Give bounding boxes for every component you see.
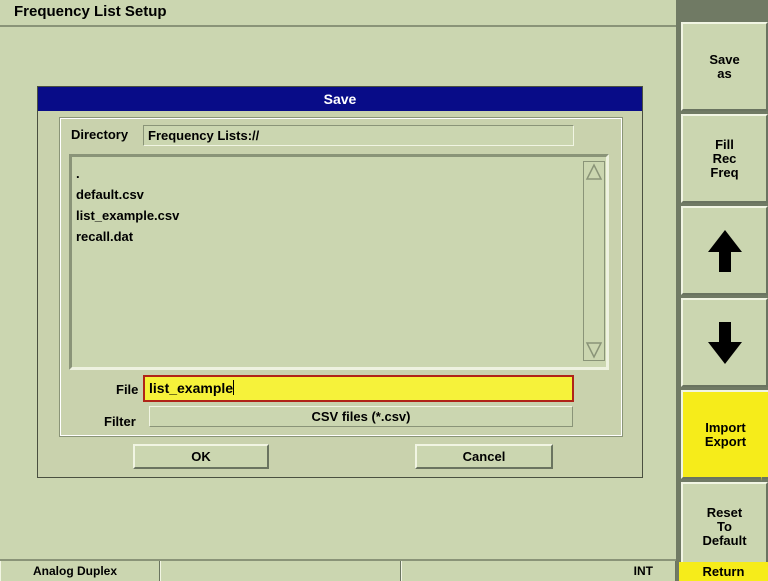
ok-button[interactable]: OK	[133, 444, 269, 469]
directory-field: Frequency Lists://	[143, 125, 574, 146]
file-name-input[interactable]: list_example	[143, 375, 574, 402]
reset-to-default-softkey[interactable]: Reset To Default	[681, 482, 768, 571]
file-list-scrollbar[interactable]	[583, 161, 605, 361]
scroll-up-softkey[interactable]	[681, 206, 768, 295]
dialog-title: Save	[38, 87, 642, 111]
filter-select[interactable]: CSV files (*.csv)	[149, 406, 573, 427]
list-item[interactable]: list_example.csv	[76, 205, 606, 226]
arrow-down-icon	[707, 308, 742, 378]
fill-rec-freq-softkey[interactable]: Fill Rec Freq	[681, 114, 768, 203]
scroll-down-icon[interactable]	[585, 341, 603, 359]
window-title: Frequency List Setup	[0, 0, 676, 27]
directory-label: Directory	[71, 127, 129, 142]
status-reference: INT	[401, 561, 676, 581]
status-field	[160, 561, 401, 581]
file-list[interactable]: . default.csv list_example.csv recall.da…	[69, 154, 609, 370]
scroll-down-softkey[interactable]	[681, 298, 768, 387]
import-export-label: Import Export	[704, 419, 747, 449]
file-name-value: list_example	[149, 380, 234, 396]
save-as-softkey[interactable]: Save as	[681, 22, 768, 111]
list-item[interactable]: .	[76, 163, 606, 184]
arrow-up-icon	[707, 216, 742, 286]
cancel-button[interactable]: Cancel	[415, 444, 553, 469]
import-export-softkey[interactable]: Import Export	[681, 390, 768, 481]
return-softkey[interactable]: Return	[679, 562, 768, 581]
list-item[interactable]: default.csv	[76, 184, 606, 205]
scroll-up-icon[interactable]	[585, 163, 603, 181]
filter-label: Filter	[104, 414, 136, 429]
file-label: File	[116, 382, 139, 397]
status-mode: Analog Duplex	[0, 561, 160, 581]
list-item[interactable]: recall.dat	[76, 226, 606, 247]
text-caret	[233, 380, 235, 395]
pointer-arrow-icon	[761, 392, 768, 481]
